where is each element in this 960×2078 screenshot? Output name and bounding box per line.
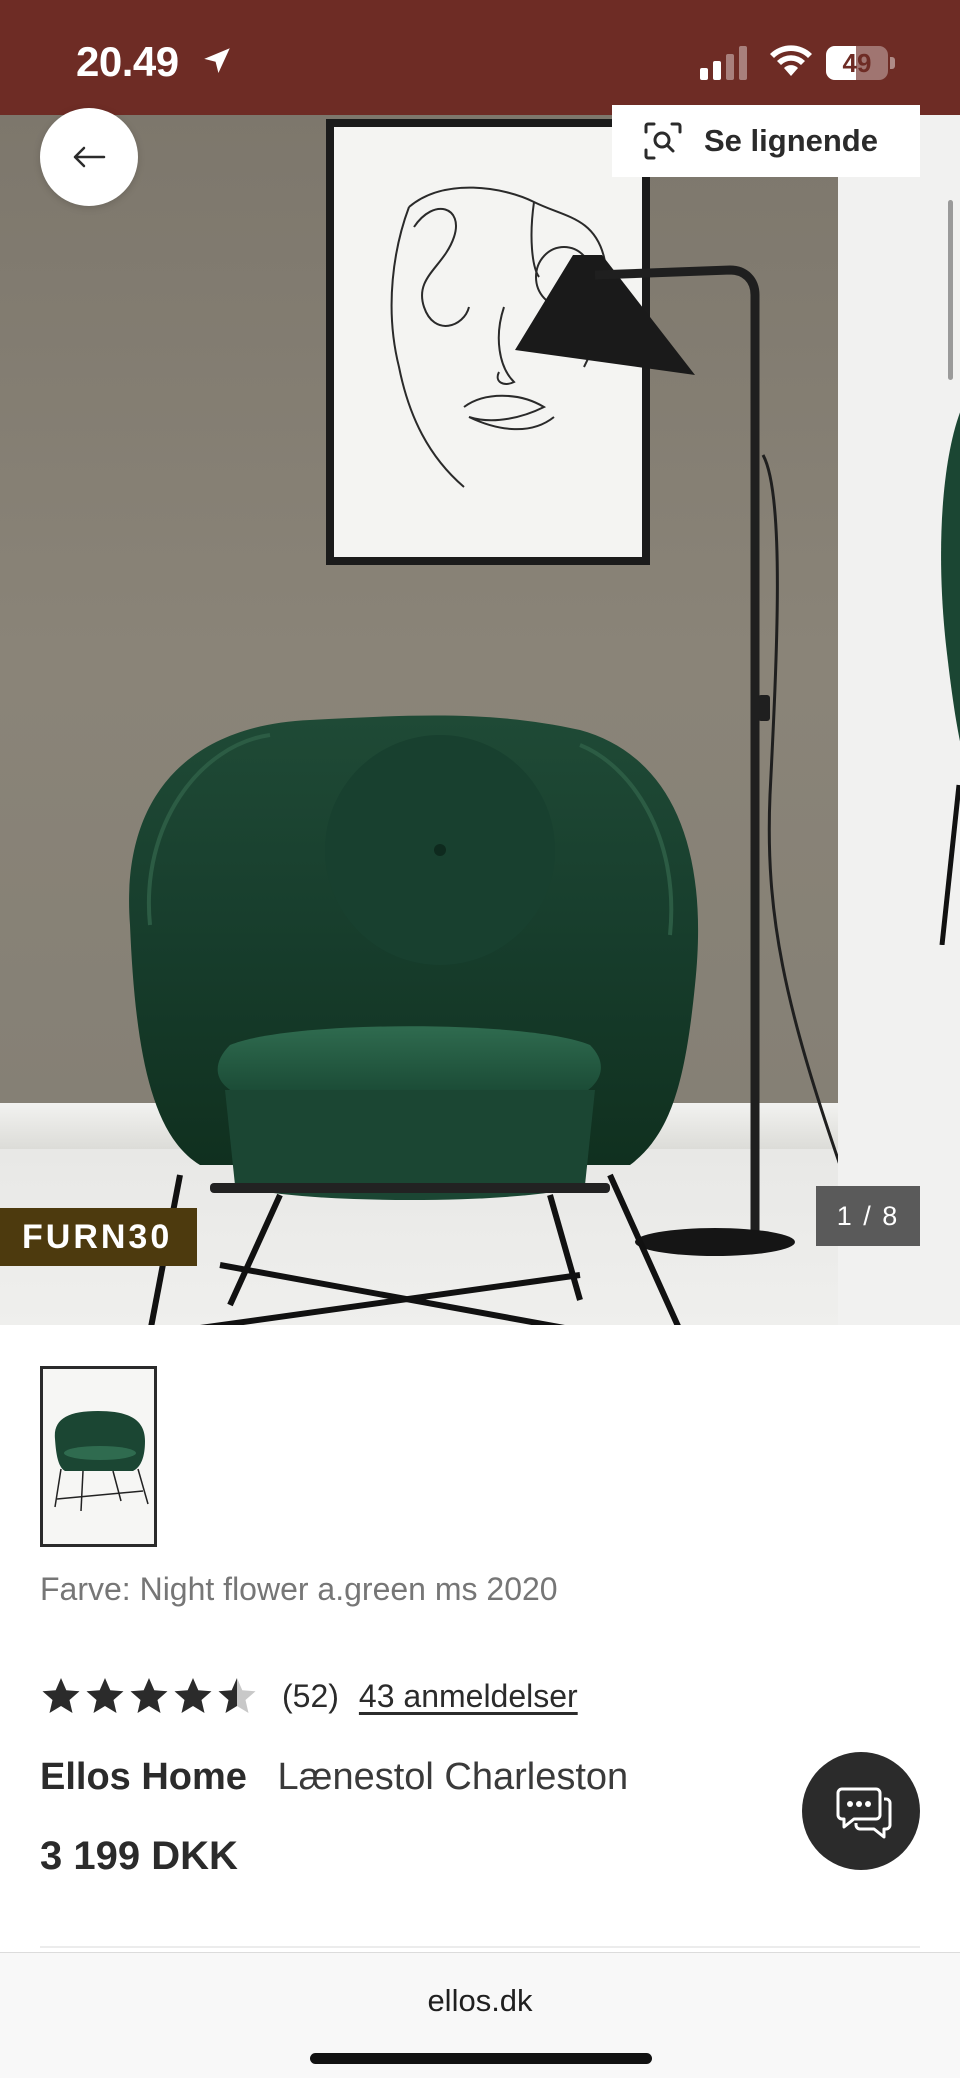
divider [40, 1946, 920, 1948]
battery-icon: 49 [826, 46, 895, 80]
address-bar-url[interactable]: ellos.dk [0, 1983, 960, 2019]
home-indicator [310, 2053, 652, 2064]
color-label: Farve: Night flower a.green ms 2020 [40, 1571, 558, 1607]
star-icon [42, 1678, 80, 1713]
signal-icon [700, 46, 747, 80]
promo-code-badge: FURN30 [0, 1208, 197, 1266]
image-thumbnail[interactable] [40, 1366, 157, 1547]
star-icon [130, 1678, 168, 1713]
rating-row: (52) 43 anmeldelser [40, 1672, 578, 1720]
chat-button[interactable] [802, 1752, 920, 1870]
star-icon [174, 1678, 212, 1713]
status-time: 20.49 [76, 38, 179, 85]
back-button[interactable] [40, 108, 138, 206]
see-similar-label: Se lignende [704, 123, 878, 158]
star-icon [218, 1678, 256, 1713]
star-icon [86, 1678, 124, 1713]
velvet-armchair [129, 715, 699, 1325]
chat-bubbles-icon [836, 1787, 892, 1839]
image-counter: 1 / 8 [816, 1186, 920, 1246]
product-image-gallery[interactable] [0, 115, 960, 1325]
product-title: Ellos Home Lænestol Charleston [40, 1756, 628, 1799]
browser-bottom-bar: ellos.dk [0, 1952, 960, 2078]
status-bar: 20.49 49 [0, 0, 960, 115]
see-similar-button[interactable]: Se lignende [612, 105, 920, 177]
next-product-image[interactable] [838, 115, 960, 1325]
wifi-icon [770, 45, 812, 76]
product-image[interactable] [0, 115, 842, 1325]
product-name: Lænestol Charleston [277, 1756, 629, 1798]
visual-search-icon [644, 122, 682, 160]
arrow-left-icon [73, 146, 106, 168]
product-price: 3 199 DKK [40, 1834, 238, 1878]
reviews-link[interactable]: 43 anmeldelser [359, 1678, 578, 1715]
brand-name[interactable]: Ellos Home [40, 1756, 247, 1798]
product-page: 20.49 49 Se lignende FURN30 1 / 8 Farve:… [0, 0, 960, 2078]
location-arrow-icon [204, 48, 230, 74]
rating-count: (52) [282, 1677, 339, 1714]
battery-percent: 49 [842, 48, 872, 78]
star-rating [40, 1675, 260, 1717]
